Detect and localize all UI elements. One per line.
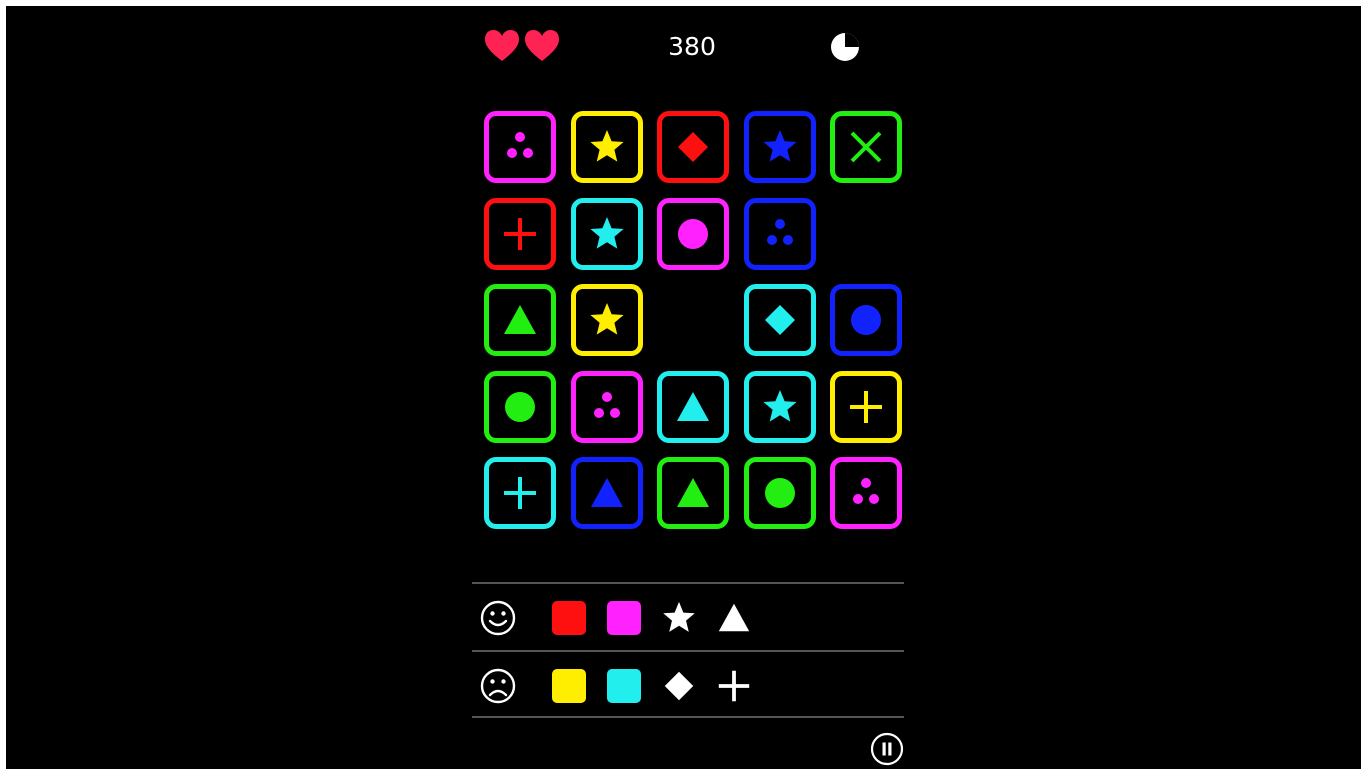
pause-button[interactable] — [870, 732, 904, 766]
star-icon — [762, 389, 797, 422]
tile-yellow-star[interactable] — [570, 111, 643, 183]
tile-magenta-circle[interactable] — [657, 197, 729, 270]
dots-icon — [593, 391, 620, 418]
circle-icon — [678, 218, 708, 249]
diamond-icon — [678, 132, 708, 162]
divider-top — [472, 582, 904, 584]
heart-icon — [524, 28, 560, 64]
plus-icon — [504, 217, 536, 250]
plus-icon — [715, 667, 753, 705]
tile-cyan-triangle[interactable] — [657, 370, 729, 443]
triangle-icon — [677, 391, 709, 421]
plus-icon — [850, 390, 882, 423]
happy-face-icon — [480, 600, 516, 636]
tile-green-circle[interactable] — [743, 457, 816, 529]
tile-green-triangle[interactable] — [657, 457, 729, 529]
triangle-icon — [504, 305, 536, 334]
divider-bottom — [472, 716, 904, 718]
divider-middle — [472, 650, 904, 652]
circle-icon — [505, 391, 535, 422]
game-screen: 380 — [6, 6, 1361, 769]
triangle-icon — [590, 478, 623, 507]
bad-rule-row — [472, 654, 904, 718]
tile-magenta-dots[interactable] — [830, 457, 902, 529]
tile-yellow-star[interactable] — [570, 284, 643, 356]
dots-icon — [766, 218, 793, 245]
dots-icon — [853, 478, 879, 504]
dots-icon — [507, 132, 533, 158]
color-chip-cyan — [607, 669, 641, 703]
tile-blue-circle[interactable] — [830, 284, 902, 356]
tile-green-triangle[interactable] — [484, 284, 556, 356]
star-icon — [589, 130, 624, 162]
tile-green-circle[interactable] — [484, 370, 556, 443]
star-icon — [589, 303, 624, 335]
triangle-icon — [677, 478, 709, 507]
tile-cyan-plus[interactable] — [484, 457, 556, 529]
tile-blue-dots[interactable] — [743, 197, 816, 270]
heart-icon — [484, 28, 520, 64]
star-icon — [589, 216, 624, 249]
game-area: 380 — [472, 6, 912, 769]
tile-magenta-dots[interactable] — [484, 111, 556, 183]
color-chip-red — [552, 601, 586, 635]
diamond-icon — [764, 305, 795, 335]
tile-green-cross[interactable] — [830, 111, 902, 183]
pie-timer-icon — [828, 30, 862, 64]
triangle-icon — [715, 599, 753, 637]
tile-blue-star[interactable] — [743, 111, 816, 183]
color-chip-yellow — [552, 669, 586, 703]
tile-blue-triangle[interactable] — [570, 457, 643, 529]
tile-red-plus[interactable] — [484, 197, 556, 270]
tile-cyan-diamond[interactable] — [743, 284, 816, 356]
star-icon — [762, 130, 797, 162]
tile-magenta-dots[interactable] — [570, 370, 643, 443]
cross-icon — [850, 131, 882, 163]
star-icon — [660, 599, 698, 637]
tile-red-diamond[interactable] — [657, 111, 729, 183]
tile-cyan-star[interactable] — [570, 197, 643, 270]
score-value: 380 — [668, 32, 716, 61]
diamond-icon — [660, 667, 698, 705]
lives-display — [484, 28, 560, 64]
color-chip-magenta — [607, 601, 641, 635]
plus-icon — [504, 477, 536, 509]
tile-cyan-star[interactable] — [743, 370, 816, 443]
circle-icon — [764, 478, 795, 508]
circle-icon — [851, 305, 881, 335]
sad-face-icon — [480, 668, 516, 704]
tile-yellow-plus[interactable] — [830, 370, 902, 443]
good-rule-row — [472, 586, 904, 650]
